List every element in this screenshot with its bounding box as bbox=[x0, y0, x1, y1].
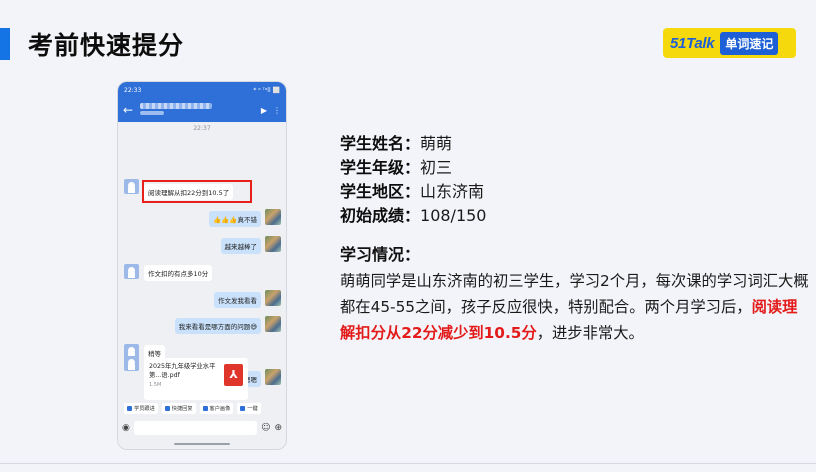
slide-title: 考前快速提分 bbox=[28, 31, 185, 60]
emoji-icon[interactable]: ☺ bbox=[261, 423, 270, 433]
quick-item-follow-up[interactable]: 学员跟进 bbox=[124, 402, 158, 414]
brand-logo: 51Talk 单词速记 bbox=[663, 28, 796, 58]
study-text-part2: ，进步非常大。 bbox=[536, 324, 644, 342]
pdf-icon: ⅄ bbox=[224, 364, 243, 386]
student-grade-line: 学生年级：初三 bbox=[340, 156, 810, 180]
more-options-icon[interactable]: ⋮ bbox=[273, 106, 281, 115]
message-row: 👍👍👍真不错 bbox=[118, 208, 286, 228]
follow-up-icon bbox=[127, 405, 132, 411]
study-section-title: 学习情况： bbox=[340, 245, 421, 264]
message-input[interactable] bbox=[133, 421, 258, 435]
pdf-message-row: 2025年九年级学业水平第...语.pdf 1.5M ⅄ bbox=[118, 354, 286, 404]
customer-profile-icon bbox=[202, 405, 208, 411]
quick-item-quick-reply[interactable]: 快捷回复 bbox=[161, 402, 196, 414]
chat-area: 22:37 阅读理解从扣22分到10.5了 👍👍👍真不错 越来越棒了 作文扣的有… bbox=[118, 122, 286, 387]
student-info-panel: 学生姓名：萌萌 学生年级：初三 学生地区：山东济南 初始成绩：108/150 学… bbox=[340, 132, 810, 346]
home-indicator bbox=[174, 443, 230, 445]
phone-chat-screenshot: 22:33 * ᵒ ᵀᵃll ⬜ ← ▶︎ ⋮ 22:37 阅读理解从扣22分到… bbox=[118, 82, 286, 449]
avatar bbox=[265, 290, 281, 306]
message-row: 作文发我看看 bbox=[118, 289, 286, 309]
avatar bbox=[265, 209, 281, 225]
pdf-file-card[interactable]: 2025年九年级学业水平第...语.pdf 1.5M ⅄ bbox=[144, 358, 248, 400]
status-time: 22:33 bbox=[124, 86, 142, 94]
student-name-line: 学生姓名：萌萌 bbox=[340, 132, 810, 156]
message-bubble: 越来越棒了 bbox=[220, 238, 261, 254]
add-icon[interactable]: ⊕ bbox=[274, 423, 282, 433]
student-score-label: 初始成绩： bbox=[340, 206, 421, 225]
one-click-icon bbox=[240, 405, 246, 411]
student-name-label: 学生姓名： bbox=[340, 134, 421, 153]
avatar bbox=[265, 316, 281, 332]
study-description: 萌萌同学是山东济南的初三学生，学习2个月，每次课的学习词汇大概都在45-55之间… bbox=[340, 268, 810, 346]
video-call-icon[interactable]: ▶︎ bbox=[261, 106, 267, 115]
avatar bbox=[124, 179, 139, 194]
student-name-value: 萌萌 bbox=[420, 134, 453, 153]
message-row: 越来越棒了 bbox=[118, 235, 286, 255]
quick-item-customer-profile[interactable]: 客户画像 bbox=[199, 402, 234, 414]
message-row: 作文扣的有点多10分 bbox=[118, 262, 286, 282]
student-score-value: 108/150 bbox=[420, 206, 487, 225]
back-arrow-icon[interactable]: ← bbox=[123, 104, 135, 116]
message-bubble: 阅读理解从扣22分到10.5了 bbox=[144, 184, 234, 200]
student-score-line: 初始成绩：108/150 bbox=[340, 204, 810, 228]
avatar bbox=[124, 356, 139, 371]
message-bubble: 作文发我看看 bbox=[214, 292, 261, 308]
title-accent-bar bbox=[0, 28, 10, 60]
student-grade-label: 学生年级： bbox=[340, 158, 421, 177]
study-text-part1: 萌萌同学是山东济南的初三学生，学习2个月，每次课的学习词汇大概都在45-55之间… bbox=[340, 272, 809, 316]
chat-timestamp: 22:37 bbox=[193, 125, 211, 132]
student-grade-value: 初三 bbox=[420, 158, 453, 177]
pdf-file-name: 2025年九年级学业水平第...语.pdf bbox=[149, 363, 216, 379]
quick-reply-icon bbox=[164, 405, 170, 411]
student-region-line: 学生地区：山东济南 bbox=[340, 180, 810, 204]
quick-action-bar: 学员跟进 快捷回复 客户画像 一键 bbox=[118, 400, 286, 416]
message-input-bar: ◉ ☺ ⊕ bbox=[118, 417, 286, 439]
contact-name-blurred bbox=[135, 103, 255, 117]
bottom-divider bbox=[0, 463, 816, 464]
student-region-value: 山东济南 bbox=[420, 182, 485, 201]
message-row: 我来看看是哪方面的问题😅 bbox=[118, 315, 286, 335]
student-region-label: 学生地区： bbox=[340, 182, 421, 201]
voice-icon[interactable]: ◉ bbox=[122, 423, 130, 433]
avatar bbox=[265, 236, 281, 252]
logo-brand-text: 51Talk bbox=[670, 34, 715, 52]
status-bar: 22:33 * ᵒ ᵀᵃll ⬜ bbox=[118, 82, 286, 98]
message-bubble: 我来看看是哪方面的问题😅 bbox=[174, 318, 261, 334]
avatar bbox=[124, 264, 139, 279]
message-row: 阅读理解从扣22分到10.5了 bbox=[118, 179, 286, 203]
message-bubble: 👍👍👍真不错 bbox=[209, 211, 261, 227]
message-bubble: 作文扣的有点多10分 bbox=[144, 265, 213, 281]
status-icons: * ᵒ ᵀᵃll ⬜ bbox=[253, 86, 280, 94]
logo-tag: 单词速记 bbox=[720, 31, 779, 55]
chat-header: ← ▶︎ ⋮ bbox=[118, 98, 286, 122]
quick-item-one-click[interactable]: 一键 bbox=[237, 402, 261, 414]
